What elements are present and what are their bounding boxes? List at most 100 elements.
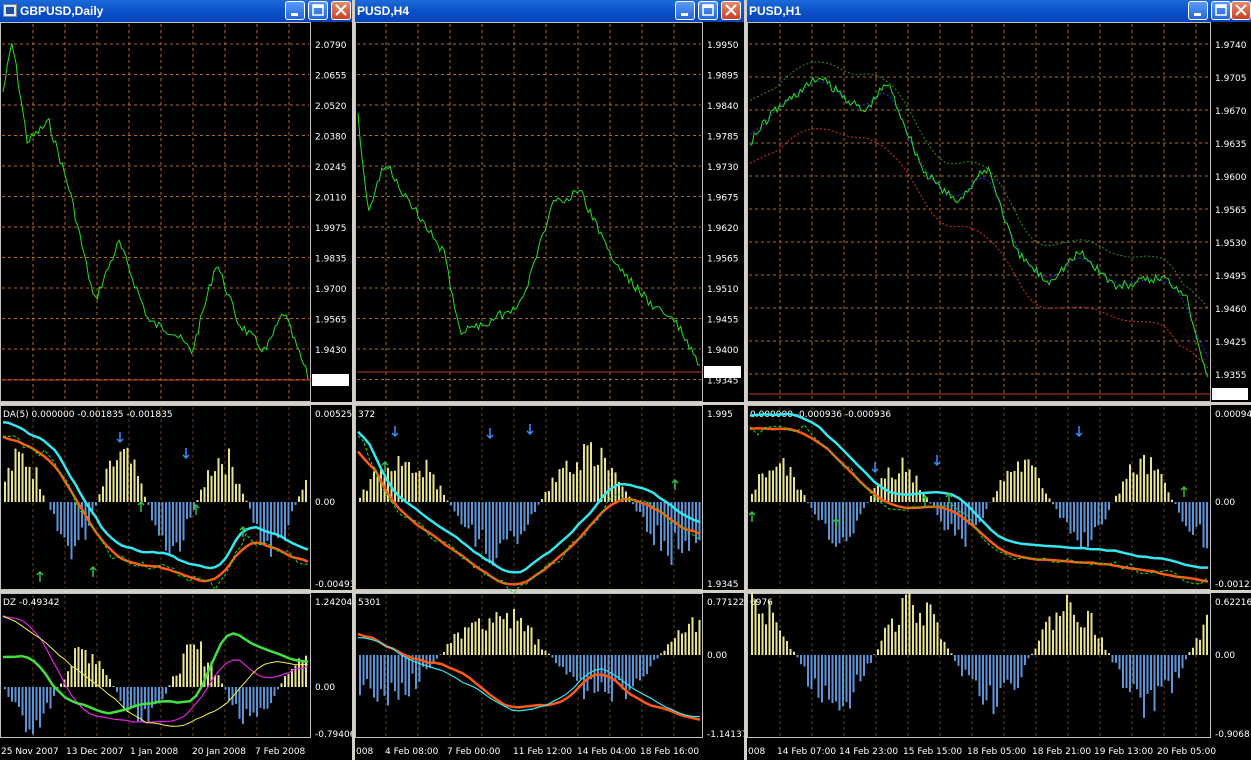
histogram-bar (123, 448, 125, 502)
histogram-bar (670, 502, 673, 565)
chart-window-gbpusd-h4[interactable]: PUSD,H4 1.9950 1.9895 1.9840 1.9785 1.9730 1.… (355, 0, 744, 760)
histogram-bar (919, 490, 921, 502)
histogram-bar (597, 464, 599, 502)
histogram-bar (632, 502, 634, 505)
maximize-button[interactable] (1211, 1, 1231, 20)
histogram-bar (301, 489, 304, 502)
minimize-button[interactable] (1188, 1, 1208, 20)
histogram-bar (84, 502, 87, 540)
histogram-bar (1052, 630, 1054, 655)
histogram-bar (852, 655, 855, 693)
chart-pane-border (747, 22, 1211, 402)
histogram-bar (478, 502, 480, 540)
histogram-bar (130, 463, 132, 502)
histogram-bar (151, 502, 153, 521)
histogram-bar (982, 655, 984, 705)
histogram-bar (772, 470, 774, 502)
histogram-bar (1048, 498, 1051, 502)
histogram-bar (151, 687, 153, 708)
price-axis-label: 1.9835 (315, 255, 347, 265)
close-button[interactable] (721, 1, 741, 20)
price-axis-label: 1.9510 (707, 285, 739, 295)
chart-window-gbpusd-h1[interactable]: PUSD,H1 1.9740 1.9705 1.9670 1.9635 1.9600 1.… (747, 0, 1251, 760)
histogram-bar (1027, 655, 1030, 659)
maximize-button[interactable] (308, 1, 328, 20)
histogram-bar (359, 655, 361, 696)
price-axis-label: 1.9785 (707, 133, 739, 143)
histogram-bar (25, 687, 27, 733)
chart-window-gbpusd-daily[interactable]: GBPUSD,Daily 2.0790 2.0655 2.0520 2.0380 2.0… (0, 0, 352, 760)
indicator-axis-label: 1.995 (707, 410, 733, 420)
histogram-bar (649, 655, 652, 667)
histogram-bar (551, 477, 554, 502)
histogram-bar (1094, 634, 1096, 655)
histogram-bar (845, 655, 848, 703)
histogram-bar (11, 470, 13, 502)
histogram-bar (576, 462, 578, 502)
window-titlebar[interactable]: PUSD,H4 (355, 0, 744, 22)
close-button[interactable] (1231, 1, 1251, 20)
time-axis-label: 25 Nov 2007 (1, 747, 59, 757)
chart-canvas[interactable]: 1.9740 1.9705 1.9670 1.9635 1.9600 1.9565 1.95… (747, 22, 1251, 760)
histogram-bar (373, 655, 375, 698)
histogram-bar (74, 502, 76, 547)
histogram-bar (810, 502, 813, 509)
histogram-bar (1087, 610, 1089, 655)
histogram-bar (179, 673, 181, 687)
histogram-bar (1143, 655, 1145, 718)
histogram-bar (252, 502, 255, 523)
histogram-bar (256, 502, 258, 525)
price-axis-label: 1.9400 (707, 346, 739, 356)
chart-canvas[interactable]: 2.0790 2.0655 2.0520 2.0380 2.0245 2.0110 1.99… (0, 22, 352, 760)
histogram-bar (901, 598, 904, 655)
histogram-bar (369, 478, 372, 502)
price-axis-label: 1.9840 (707, 102, 739, 112)
minimize-icon (291, 13, 298, 16)
minimize-button[interactable] (675, 1, 695, 20)
histogram-bar (98, 494, 101, 502)
histogram-bar (453, 502, 456, 512)
up-arrow-icon (137, 500, 145, 512)
histogram-bar (394, 655, 396, 692)
histogram-bar (1181, 655, 1184, 669)
window-titlebar[interactable]: PUSD,H1 (747, 0, 1251, 22)
price-axis-label: 2.0245 (315, 163, 347, 173)
histogram-bar (691, 502, 694, 533)
histogram-bar (109, 460, 111, 502)
histogram-bar (856, 655, 858, 675)
histogram-bar (81, 649, 83, 687)
histogram-bar (429, 471, 431, 502)
histogram-bar (298, 496, 300, 502)
histogram-bar (182, 502, 185, 541)
minimize-button[interactable] (285, 1, 305, 20)
histogram-bar (291, 502, 293, 512)
histogram-bar (842, 502, 844, 538)
histogram-bar (394, 470, 396, 502)
histogram-bar (1059, 502, 1061, 518)
histogram-bar (1157, 655, 1159, 687)
histogram-bar (989, 502, 991, 503)
histogram-bar (256, 687, 258, 717)
histogram-bar (520, 617, 522, 655)
histogram-bar (530, 502, 533, 515)
histogram-bar (1150, 457, 1152, 502)
histogram-bar (1083, 627, 1086, 655)
chart-canvas[interactable]: 1.9950 1.9895 1.9840 1.9785 1.9730 1.9675 1.96… (355, 22, 744, 760)
histogram-bar (481, 502, 484, 530)
histogram-bar (287, 502, 290, 526)
histogram-bar (189, 644, 192, 687)
histogram-bar (583, 444, 585, 502)
histogram-bar (242, 687, 244, 724)
maximize-button[interactable] (698, 1, 718, 20)
window-titlebar[interactable]: GBPUSD,Daily (0, 0, 352, 22)
minimize-icon (681, 13, 688, 16)
histogram-bar (1034, 648, 1037, 655)
histogram-bar (1101, 637, 1103, 655)
histogram-bar (390, 655, 393, 683)
histogram-bar (1174, 655, 1177, 673)
price-axis-label: 1.9620 (707, 224, 739, 234)
histogram-bar (418, 470, 421, 502)
close-button[interactable] (331, 1, 351, 20)
histogram-bar (366, 655, 368, 679)
histogram-bar (684, 632, 687, 655)
